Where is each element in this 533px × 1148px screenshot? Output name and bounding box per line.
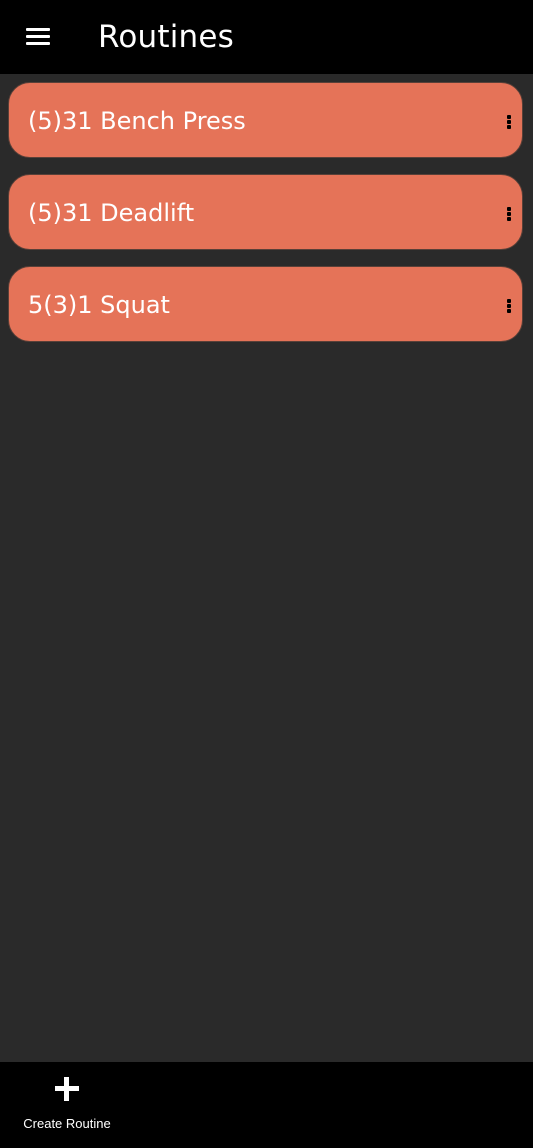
app-screen: Routines (5)31 Bench Press (5)31 Deadlif… xyxy=(0,0,533,1148)
menu-line xyxy=(26,35,50,38)
routine-name: (5)31 Bench Press xyxy=(28,107,246,135)
routine-name: 5(3)1 Squat xyxy=(28,291,170,319)
more-vertical-icon[interactable] xyxy=(502,109,516,133)
bottom-navigation-bar: Create Routine xyxy=(0,1062,533,1148)
menu-line xyxy=(26,42,50,45)
plus-icon xyxy=(54,1076,80,1102)
routine-card-squat[interactable]: 5(3)1 Squat xyxy=(8,266,523,342)
routine-card-bench-press[interactable]: (5)31 Bench Press xyxy=(8,82,523,158)
more-vertical-icon[interactable] xyxy=(502,293,516,317)
routine-list: (5)31 Bench Press (5)31 Deadlift 5(3)1 S… xyxy=(8,82,525,358)
hamburger-menu-icon[interactable] xyxy=(24,26,52,48)
routine-card-deadlift[interactable]: (5)31 Deadlift xyxy=(8,174,523,250)
create-routine-label: Create Routine xyxy=(23,1116,111,1131)
create-routine-button[interactable]: Create Routine xyxy=(14,1072,120,1142)
page-title: Routines xyxy=(98,19,234,55)
top-app-bar: Routines xyxy=(0,0,533,74)
menu-line xyxy=(26,28,50,31)
more-vertical-icon[interactable] xyxy=(502,201,516,225)
routine-name: (5)31 Deadlift xyxy=(28,199,195,227)
